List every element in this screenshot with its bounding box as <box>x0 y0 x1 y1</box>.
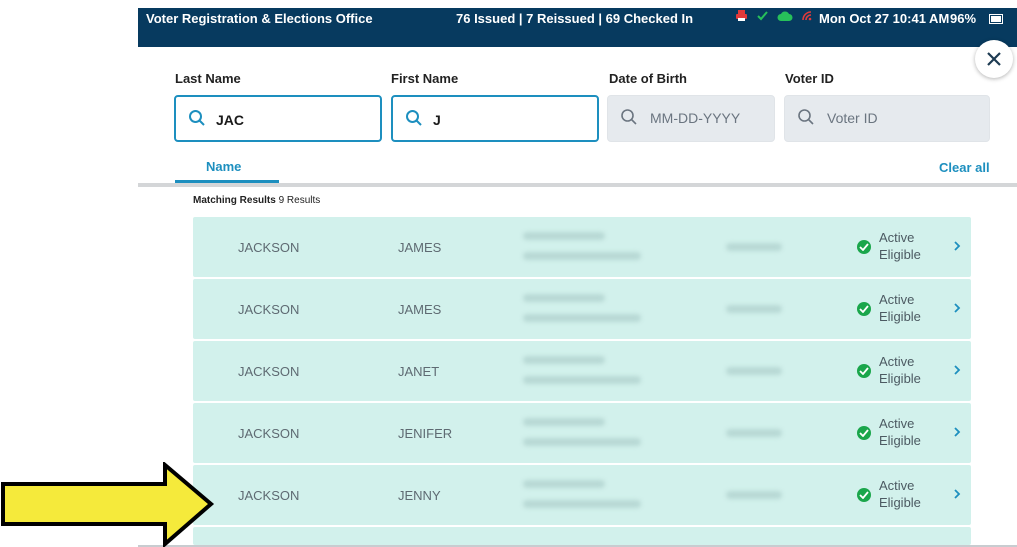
redacted-address <box>523 418 605 426</box>
redacted-city <box>523 438 641 446</box>
last-name-cell: JACKSON <box>238 240 300 255</box>
printer-icon <box>736 10 747 21</box>
search-icon <box>406 110 422 126</box>
clear-all-button[interactable]: Clear all <box>939 160 990 175</box>
last-name-cell: JACKSON <box>238 488 300 503</box>
redacted-address <box>523 232 605 240</box>
chevron-right-icon <box>954 365 961 375</box>
redacted-dob <box>726 367 782 375</box>
redacted-dob <box>726 429 782 437</box>
redacted-city <box>523 376 641 384</box>
redacted-address <box>523 294 605 302</box>
status-icons <box>735 9 813 22</box>
yellow-pointer-arrow <box>1 462 215 547</box>
redacted-city <box>523 500 641 508</box>
voter-status: Active Eligible <box>879 478 921 510</box>
result-row-partial[interactable] <box>193 527 971 545</box>
chevron-right-icon <box>954 427 961 437</box>
first-name-cell: JENNY <box>398 488 441 503</box>
result-row[interactable]: JACKSON JENIFER Active Eligible <box>193 403 971 463</box>
first-name-input[interactable]: J <box>391 95 599 142</box>
first-name-cell: JAMES <box>398 240 442 255</box>
first-name-cell: JENIFER <box>398 426 453 441</box>
results-count: 9 Results <box>278 195 321 206</box>
last-name-cell: JACKSON <box>238 302 300 317</box>
battery-level: 96% <box>950 11 977 26</box>
date-time: Mon Oct 27 10:41 AM <box>819 11 950 26</box>
section-divider <box>138 183 1017 187</box>
last-name-value: JAC <box>216 112 245 128</box>
result-row[interactable]: JACKSON JAMES Active Eligible <box>193 279 971 339</box>
check-icon <box>757 11 768 21</box>
dob-input[interactable]: MM-DD-YYYY <box>607 95 775 142</box>
chevron-right-icon <box>954 303 961 313</box>
status-check-icon <box>857 240 871 254</box>
first-name-cell: JANET <box>398 364 440 379</box>
close-icon <box>987 52 1001 66</box>
search-panel: Last Name First Name Date of Birth Voter… <box>138 47 1017 186</box>
voter-status: Active Eligible <box>879 230 921 262</box>
battery-icon <box>989 14 1003 24</box>
voter-status: Active Eligible <box>879 292 921 324</box>
last-name-label: Last Name <box>175 71 241 86</box>
redacted-dob <box>726 305 782 313</box>
chevron-right-icon <box>954 489 961 499</box>
voter-status: Active Eligible <box>879 416 921 448</box>
search-icon <box>798 109 814 125</box>
search-icon <box>189 110 205 126</box>
redacted-address <box>523 356 605 364</box>
redacted-city <box>523 314 641 322</box>
signal-icon <box>802 10 812 20</box>
last-name-cell: JACKSON <box>238 426 300 441</box>
first-name-cell: JAMES <box>398 302 442 317</box>
voter-status: Active Eligible <box>879 354 921 386</box>
voter-id-label: Voter ID <box>785 71 834 86</box>
dob-label: Date of Birth <box>609 71 687 86</box>
ballot-counts: 76 Issued | 7 Reissued | 69 Checked In <box>456 11 694 26</box>
status-check-icon <box>857 302 871 316</box>
redacted-dob <box>726 491 782 499</box>
last-name-input[interactable]: JAC <box>174 95 382 142</box>
voter-id-input[interactable]: Voter ID <box>784 95 990 142</box>
status-check-icon <box>857 364 871 378</box>
result-row[interactable]: JACKSON JAMES Active Eligible <box>193 217 971 277</box>
close-button[interactable] <box>975 40 1013 78</box>
last-name-cell: JACKSON <box>238 364 300 379</box>
search-icon <box>621 109 637 125</box>
cloud-icon <box>777 11 793 21</box>
status-bar: Voter Registration & Elections Office 76… <box>138 8 1017 47</box>
office-title: Voter Registration & Elections Office <box>146 11 373 26</box>
status-check-icon <box>857 488 871 502</box>
result-row[interactable]: JACKSON JENNY Active Eligible <box>193 465 971 525</box>
results-title: Matching Results <box>193 195 276 206</box>
first-name-value: J <box>433 112 441 128</box>
redacted-city <box>523 252 641 260</box>
voter-id-placeholder: Voter ID <box>827 110 878 126</box>
chevron-right-icon <box>954 241 961 251</box>
tab-name[interactable]: Name <box>206 159 241 174</box>
results-heading: Matching Results 9 Results <box>193 195 320 206</box>
result-row[interactable]: JACKSON JANET Active Eligible <box>193 341 971 401</box>
dob-placeholder: MM-DD-YYYY <box>650 110 741 126</box>
status-check-icon <box>857 426 871 440</box>
redacted-address <box>523 480 605 488</box>
redacted-dob <box>726 243 782 251</box>
first-name-label: First Name <box>391 71 459 86</box>
